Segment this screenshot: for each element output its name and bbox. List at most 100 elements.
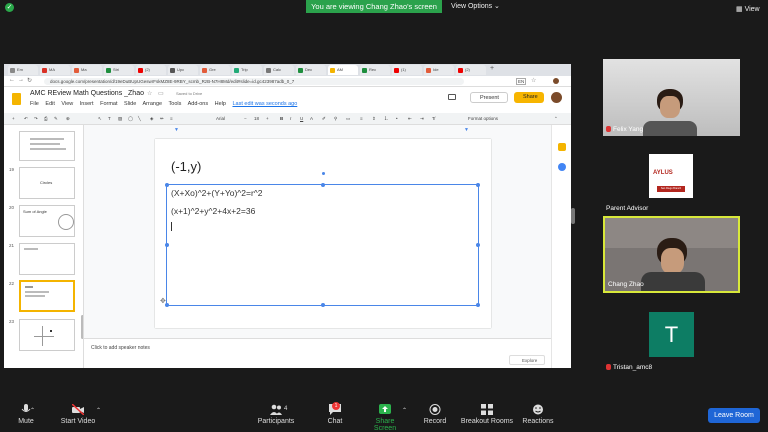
format-options-button[interactable]: Format options xyxy=(468,116,498,121)
language-badge[interactable]: EN xyxy=(516,78,527,85)
undo-icon[interactable]: ↶ xyxy=(24,116,28,122)
document-title[interactable]: AMC REview Math Questions _Zhao xyxy=(30,90,144,97)
browser-tab[interactable]: Stri xyxy=(104,65,134,75)
clear-format-icon[interactable]: T̸ xyxy=(432,116,435,121)
zoom-icon[interactable]: ⊕ xyxy=(66,116,70,122)
equation-line-2[interactable]: (x+1)^2+y^2+4x+2=36 xyxy=(171,206,255,216)
browser-tab-active[interactable]: AM xyxy=(328,65,358,75)
bold-icon[interactable]: B xyxy=(280,116,283,121)
browser-tab[interactable]: (1) xyxy=(392,65,422,75)
menu-file[interactable]: File xyxy=(30,101,39,107)
record-button[interactable]: Record xyxy=(422,404,448,425)
resize-handle[interactable] xyxy=(165,243,169,247)
participant-video-tristan[interactable]: T Tristan_amc8 xyxy=(603,295,740,372)
star-icon[interactable]: ☆ xyxy=(147,90,152,97)
slides-logo-icon[interactable] xyxy=(12,93,21,105)
tasks-icon[interactable] xyxy=(558,163,566,171)
font-size-increase-icon[interactable]: + xyxy=(266,116,269,121)
link-icon[interactable]: ⚲ xyxy=(334,116,337,122)
collapse-toolbar-icon[interactable]: ⌃ xyxy=(554,116,558,122)
profile-avatar[interactable] xyxy=(553,78,559,84)
comment-add-icon[interactable]: ▭ xyxy=(346,116,350,122)
move-folder-icon[interactable]: ▭ xyxy=(158,90,164,97)
textbox-icon[interactable]: T xyxy=(108,116,111,121)
print-icon[interactable]: ⎙ xyxy=(44,116,48,121)
view-options-button[interactable]: View Options ⌄ xyxy=(451,0,500,13)
menu-edit[interactable]: Edit xyxy=(45,101,54,107)
ruler-marker-icon[interactable]: ▼ xyxy=(464,127,469,133)
browser-tab[interactable]: Rec xyxy=(360,65,390,75)
star-icon[interactable]: ☆ xyxy=(531,77,536,84)
browser-tab[interactable]: Calc xyxy=(264,65,294,75)
bulleted-list-icon[interactable]: • xyxy=(396,116,398,121)
shape-icon[interactable]: ◯ xyxy=(128,116,133,122)
comment-icon[interactable] xyxy=(448,94,456,100)
menu-add-ons[interactable]: Add-ons xyxy=(188,101,209,107)
keep-icon[interactable] xyxy=(558,143,566,151)
menu-arrange[interactable]: Arrange xyxy=(143,101,163,107)
line-spacing-icon[interactable]: ⇕ xyxy=(372,116,376,122)
line-icon[interactable]: ╲ xyxy=(138,116,141,122)
font-family-select[interactable]: Arial xyxy=(216,116,225,121)
underline-icon[interactable]: U xyxy=(300,116,303,121)
video-options-icon[interactable]: ⌃ xyxy=(96,407,101,414)
browser-tab[interactable]: Ide xyxy=(424,65,454,75)
participant-video-felix[interactable]: Felix Yang xyxy=(603,59,740,136)
menu-format[interactable]: Format xyxy=(100,101,117,107)
slide-thumbnail[interactable]: Sum of Angle xyxy=(19,205,75,237)
browser-tab[interactable]: MA xyxy=(40,65,70,75)
share-button[interactable]: Share xyxy=(514,92,544,103)
speaker-notes[interactable]: Click to add speaker notes Explore xyxy=(84,338,551,368)
slide-thumbnail[interactable] xyxy=(19,243,75,275)
shield-check-icon[interactable]: ✓ xyxy=(5,3,14,12)
add-slide-icon[interactable]: + xyxy=(12,116,15,121)
slide-thumbnail[interactable] xyxy=(19,319,75,351)
start-video-button[interactable]: Start Video xyxy=(58,404,98,425)
back-icon[interactable]: ← xyxy=(9,77,15,83)
move-icon[interactable]: ✥ xyxy=(160,297,166,305)
breakout-rooms-button[interactable]: Breakout Rooms xyxy=(460,404,514,425)
resize-handle[interactable] xyxy=(476,243,480,247)
url-field[interactable]: docs.google.com/presentation/d/19eDuBUpU… xyxy=(44,78,464,85)
equation-line-1[interactable]: (X+Xo)^2+(Y+Yo)^2=r^2 xyxy=(171,188,263,198)
browser-tab[interactable]: Upc xyxy=(168,65,198,75)
new-tab-icon[interactable]: + xyxy=(490,65,494,72)
rotate-handle[interactable] xyxy=(322,172,325,175)
participants-button[interactable]: Participants xyxy=(254,404,298,425)
browser-tab[interactable]: (2) xyxy=(456,65,486,75)
explore-button[interactable]: Explore xyxy=(509,355,545,365)
mute-button[interactable]: Mute xyxy=(12,404,40,425)
text-color-icon[interactable]: A xyxy=(310,116,313,121)
menu-slide[interactable]: Slide xyxy=(124,101,136,107)
select-icon[interactable]: ↖ xyxy=(98,116,102,122)
audio-options-icon[interactable]: ⌃ xyxy=(30,407,35,414)
browser-tab[interactable]: Em xyxy=(8,65,38,75)
participant-video-chang-active[interactable]: Chang Zhao xyxy=(603,216,740,293)
border-color-icon[interactable]: ✏ xyxy=(160,116,164,122)
participant-video-parent-advisor[interactable]: AYLUS San Diego Branch Parent Advisor xyxy=(603,136,740,213)
screen-share-scroll-handle[interactable] xyxy=(571,208,575,224)
decrease-indent-icon[interactable]: ⇤ xyxy=(408,116,412,122)
align-icon[interactable]: ≡ xyxy=(360,116,363,121)
slide-title[interactable]: (-1,y) xyxy=(171,159,201,174)
browser-tab[interactable]: Gre xyxy=(200,65,230,75)
menu-tools[interactable]: Tools xyxy=(169,101,182,107)
slide-thumbnail-selected[interactable] xyxy=(19,280,75,312)
italic-icon[interactable]: I xyxy=(290,116,291,121)
ruler-marker-icon[interactable]: ▼ xyxy=(174,127,179,133)
browser-tab[interactable]: Ma xyxy=(72,65,102,75)
border-weight-icon[interactable]: ≡ xyxy=(170,116,173,121)
user-avatar[interactable] xyxy=(551,92,562,103)
share-screen-button[interactable]: Share Screen xyxy=(364,404,406,432)
selected-textbox[interactable]: (X+Xo)^2+(Y+Yo)^2=r^2 (x+1)^2+y^2+4x+2=3… xyxy=(160,172,480,307)
reactions-button[interactable]: Reactions xyxy=(522,404,554,425)
image-icon[interactable]: ▨ xyxy=(118,116,122,122)
resize-handle[interactable] xyxy=(476,183,480,187)
menu-view[interactable]: View xyxy=(61,101,73,107)
forward-icon[interactable]: → xyxy=(18,77,24,83)
slide[interactable]: (-1,y) (X+Xo)^2+(Y+Yo)^2=r^2 (x+1)^2+y^2… xyxy=(155,139,491,328)
paint-format-icon[interactable]: ✎ xyxy=(54,116,58,122)
speaker-notes-placeholder[interactable]: Click to add speaker notes xyxy=(91,345,150,351)
highlight-icon[interactable]: ✐ xyxy=(322,116,326,122)
view-button[interactable]: ▦ View xyxy=(736,5,760,13)
